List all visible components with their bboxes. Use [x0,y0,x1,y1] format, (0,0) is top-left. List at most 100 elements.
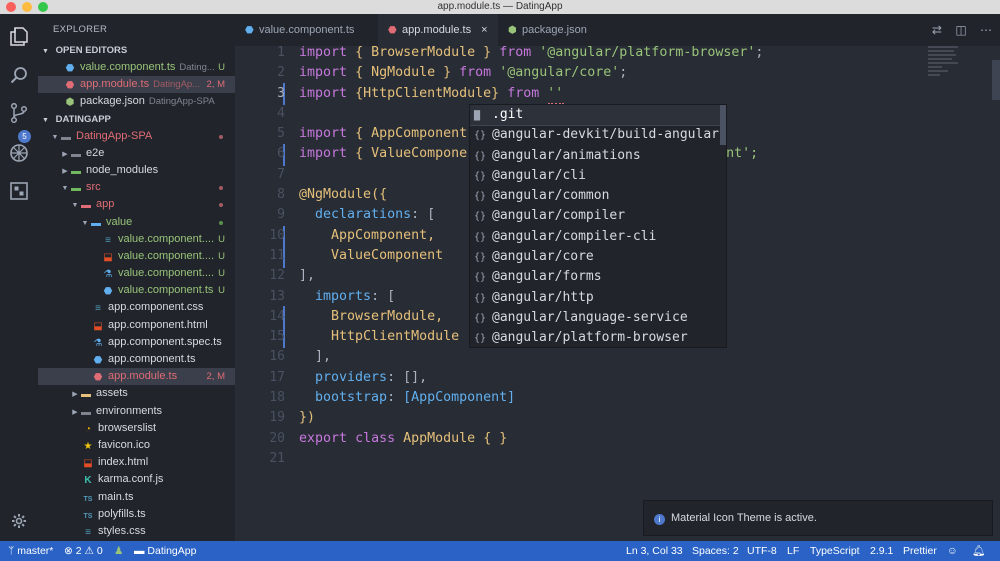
tab-package-json[interactable]: ⬢ package.json [498,14,618,46]
folder-e2e[interactable]: ▶ ▬ e2e [38,145,235,162]
file-item[interactable]: ⬓ value.component.... U [38,248,235,265]
search-icon[interactable] [8,64,30,86]
suggestion-item[interactable]: {} @angular/core [470,247,726,267]
open-editors-header[interactable]: ▼ OPEN EDITORS [38,42,235,59]
tab-value-component[interactable]: ⬣ value.component.ts [235,14,376,46]
language-mode[interactable]: TypeScript [810,541,860,561]
cursor-position[interactable]: Ln 3, Col 33 [626,541,683,561]
more-actions-icon[interactable]: ⋯ [980,23,992,37]
file-item[interactable]: ★ favicon.ico [38,437,235,454]
chevron-down-icon: ▼ [42,48,49,55]
source-control-icon[interactable] [8,102,30,124]
line-ending[interactable]: LF [787,541,799,561]
split-editor-icon[interactable]: ◫ [955,23,966,37]
module-icon: {} [474,312,487,324]
file-item[interactable]: ≡ app.component.css [38,299,235,316]
explorer-icon[interactable] [8,26,30,48]
minimap[interactable] [928,46,978,86]
open-editor-item[interactable]: ⬣ app.module.ts DatingAp... 2, M [38,76,235,94]
angular-module-icon: ⬣ [93,372,103,384]
close-window-button[interactable] [6,2,16,12]
folder-assets[interactable]: ▶ ▬ assets [38,385,235,402]
file-item[interactable]: ⚗ app.component.spec.ts [38,334,235,351]
punctuation: ; [619,65,628,81]
brace: } [491,85,500,101]
settings-gear-icon[interactable] [8,510,30,532]
folder-icon: ▬ [61,131,71,143]
file-item-active[interactable]: ⬣ app.module.ts 2, M [38,368,235,386]
suggestions-scrollbar[interactable] [720,105,726,145]
minimize-window-button[interactable] [22,2,32,12]
file-name: karma.conf.js [98,473,164,486]
file-item[interactable]: TS main.ts [38,489,235,506]
file-item[interactable]: ⬓ app.component.html [38,317,235,334]
notifications-bell-icon[interactable]: 🔔︎ [972,541,985,561]
line-number: 18 [269,390,285,406]
code-line: export class AppModule { } [299,429,763,449]
folder-item[interactable]: ▬ DatingApp [134,541,196,561]
warning-count: 0 [96,545,103,557]
error-count: 2 [75,545,82,557]
file-item[interactable]: ⬣ app.component.ts [38,351,235,368]
file-item[interactable]: ≡ styles.css [38,523,235,540]
line-number: 15 [269,329,285,345]
project-header[interactable]: ▼ DATINGAPP [38,111,235,128]
suggestion-item[interactable]: {} @angular/language-service [470,308,726,328]
close-tab-icon[interactable]: × [481,24,487,36]
extensions-icon[interactable] [8,180,30,202]
angular-module-icon: ⬣ [65,80,75,92]
notification-toast[interactable]: i Material Icon Theme is active. [643,500,993,536]
file-name: app.component.ts [108,353,196,365]
suggestion-item[interactable]: {} @angular/common [470,186,726,206]
prettier-status[interactable]: Prettier [903,541,937,561]
file-name: index.html [98,456,149,469]
file-item[interactable]: ⬣ value.component.ts U [38,282,235,299]
tab-app-module[interactable]: ⬣ app.module.ts × [378,14,498,46]
folder-src[interactable]: ▼ ▬ src [38,179,235,196]
suggestion-item[interactable]: {} @angular/forms [470,267,726,287]
open-editor-item[interactable]: ⬢ package.json DatingApp-SPA [38,93,235,110]
open-changes-icon[interactable]: ⇄ [932,23,942,37]
identifier: HttpClientModule [363,85,492,101]
git-branch-item[interactable]: ᛘ master* [8,541,53,561]
suggestion-item[interactable]: {} @angular/animations [470,146,726,166]
suggestion-item-selected[interactable]: ▇ .git [470,105,726,127]
suggestion-item[interactable]: {} @angular/http [470,288,726,308]
typescript-version[interactable]: 2.9.1 [870,541,893,561]
git-status: U [218,268,225,280]
maximize-window-button[interactable] [38,2,48,12]
feedback-smiley-icon[interactable]: ☺ [947,541,958,561]
file-item[interactable]: ≡ value.component.... U [38,231,235,248]
file-name: value.component.... [118,249,215,262]
folder-root[interactable]: ▼ ▬ DatingApp-SPA [38,128,235,145]
folder-app[interactable]: ▼ ▬ app [38,196,235,213]
file-item[interactable]: ⚗ value.component.... U [38,265,235,282]
notification-text: Material Icon Theme is active. [671,512,817,524]
file-item[interactable]: ◔ browserslist [38,420,235,437]
suggestion-item[interactable]: {} @angular-devkit/build-angular [470,125,726,145]
live-share-icon[interactable]: ♟ [114,541,123,561]
file-item[interactable]: ⬓ index.html [38,454,235,471]
src-folder-icon: ▬ [71,183,81,195]
file-encoding[interactable]: UTF-8 [747,541,777,561]
suggestion-item[interactable]: {} @angular/compiler-cli [470,227,726,247]
folder-value[interactable]: ▼ ▬ value [38,214,235,231]
file-item[interactable]: Kkarma.conf.js [38,471,235,488]
folder-node-modules[interactable]: ▶ ▬ node_modules [38,162,235,179]
suggestion-item[interactable]: {} @angular/platform-browser [470,328,726,347]
brace: { [355,65,372,81]
file-item[interactable]: TS polyfills.ts [38,506,235,523]
info-icon: i [654,514,665,525]
open-editor-item[interactable]: ⬣ value.component.ts Dating... U [38,59,235,76]
suggestion-item[interactable]: {} @angular/compiler [470,206,726,226]
autocomplete-suggestions: ▇ .git {} @angular-devkit/build-angular {}… [469,104,727,348]
suggestion-label: @angular/core [492,249,594,265]
folder-environments[interactable]: ▶ ▬ environments [38,403,235,420]
line-number: 12 [269,268,285,284]
indentation-setting[interactable]: Spaces: 2 [692,541,739,561]
debug-icon[interactable] [8,142,30,164]
vertical-scrollbar[interactable] [992,60,1000,100]
suggestion-item[interactable]: {} @angular/cli [470,166,726,186]
brace: ({ [371,187,388,203]
problems-item[interactable]: ⊗ 2 ⚠ 0 [64,541,103,561]
